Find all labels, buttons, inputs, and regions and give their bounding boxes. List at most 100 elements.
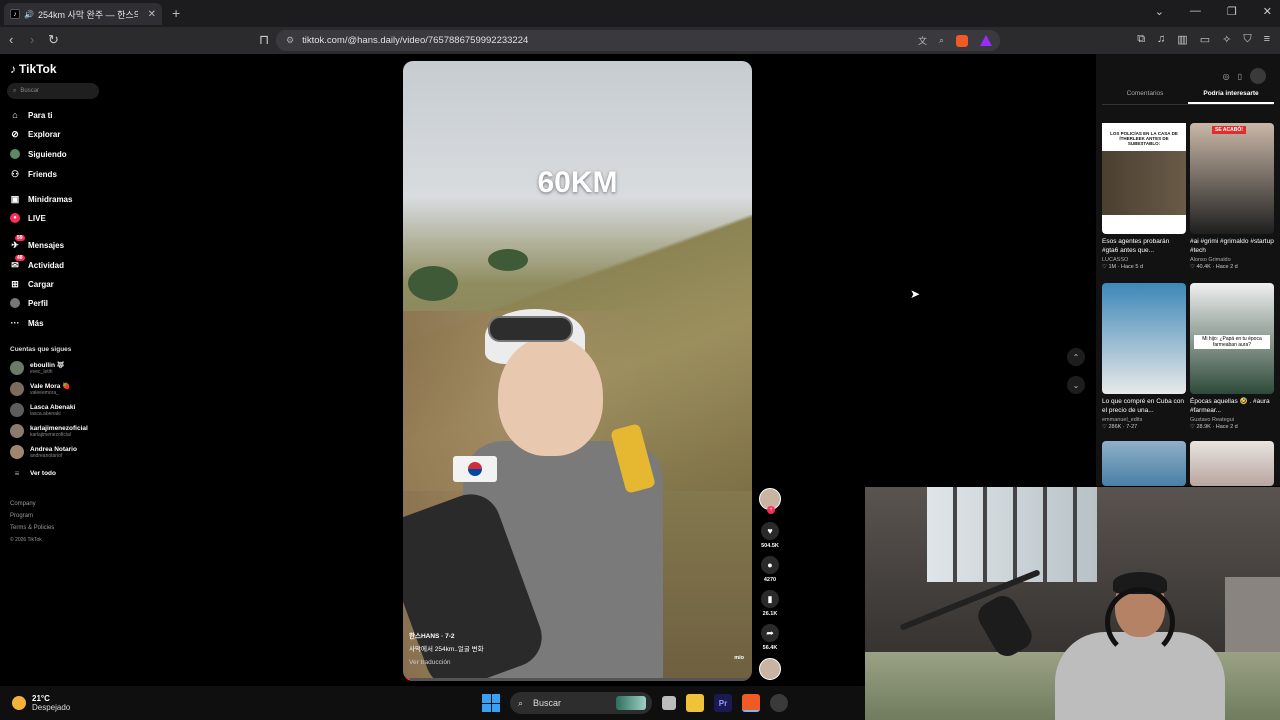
forward-icon[interactable]: › — [30, 32, 34, 47]
browser-tabbar: ♪ 🔊 254km 사막 완주 — 한스의 ... ✕ + ⌄ — ❐ ✕ — [0, 0, 1280, 27]
zoom-icon[interactable]: ⌕ — [939, 35, 944, 46]
account-handle: karlajimenezoficial — [30, 431, 71, 438]
tab-list-icon[interactable]: ⌄ — [1155, 5, 1164, 18]
music-label[interactable]: mio — [734, 655, 744, 661]
coins-icon[interactable]: ◎ — [1223, 72, 1230, 81]
following-account[interactable]: eboullin 🐺 evec_letih — [10, 361, 65, 375]
vpn-icon[interactable]: ⛉ — [1243, 33, 1251, 46]
minimize-icon[interactable]: — — [1190, 5, 1201, 18]
see-all-link[interactable]: ≡ Ver todo — [10, 469, 56, 478]
comment-action[interactable]: ● 4270 — [756, 556, 784, 583]
brave-rewards-icon[interactable] — [980, 35, 992, 46]
creator-avatar[interactable]: + — [759, 488, 781, 514]
save-action[interactable]: ▮ 26.1K — [756, 590, 784, 617]
card-stats: ♡ 1M · Hace 5 d — [1102, 264, 1144, 270]
footer-company[interactable]: Company — [10, 498, 54, 510]
maximize-icon[interactable]: ❐ — [1227, 5, 1237, 18]
suggested-video-card[interactable]: Lo que compré en Cuba con el precio de u… — [1102, 283, 1186, 430]
suggested-video-card[interactable]: Mi hijo: ¿Papá en tu época farmeaban aur… — [1190, 283, 1274, 430]
brave-shield-icon[interactable] — [956, 34, 968, 47]
nav-minidramas[interactable]: ▣ Minidramas — [10, 194, 73, 204]
video-thumbnail[interactable] — [1102, 283, 1186, 394]
video-thumbnail[interactable]: Mi hijo: ¿Papá en tu época farmeaban aur… — [1190, 283, 1274, 394]
back-icon[interactable]: ‹ — [9, 32, 13, 47]
tab-podria-interesarte[interactable]: Podría interesarte — [1188, 90, 1274, 104]
footer-terms[interactable]: Terms & Policies — [10, 522, 54, 534]
translate-icon[interactable]: 文 — [918, 34, 927, 47]
reload-icon[interactable]: ↻ — [48, 32, 59, 48]
music-disc-avatar[interactable] — [759, 658, 781, 680]
url-text[interactable]: tiktok.com/@hans.daily/video/76578867599… — [302, 35, 528, 46]
follow-plus-icon[interactable]: + — [767, 506, 775, 514]
nav-live[interactable]: ● LIVE — [10, 213, 46, 223]
nav-actividad[interactable]: ✉ 48 Actividad — [10, 255, 64, 270]
video-thumbnail[interactable]: LOS POLICÍAS EN LA CASA DE ÍTHERLEEK ANT… — [1102, 123, 1186, 234]
avatar — [10, 361, 24, 375]
search-input[interactable]: ⌕ Buscar — [7, 83, 99, 99]
share-icon[interactable]: ➦ — [761, 624, 779, 642]
see-translation-link[interactable]: Ver traducción — [409, 656, 484, 669]
site-settings-icon[interactable]: ⚙ — [286, 35, 294, 46]
file-explorer-icon[interactable] — [686, 694, 704, 712]
share-action[interactable]: ➦ 56.4K — [756, 624, 784, 651]
video-thumbnail[interactable] — [1190, 441, 1274, 486]
following-account[interactable]: Vale Mora 🍓 valeeemora_ — [10, 382, 70, 396]
media-icon[interactable]: ♫ — [1157, 33, 1165, 46]
browser-tab-active[interactable]: ♪ 🔊 254km 사막 완주 — 한스의 ... ✕ — [4, 3, 162, 25]
suggested-video-card[interactable] — [1190, 441, 1274, 486]
video-progress-bar[interactable] — [403, 678, 752, 681]
task-view-icon[interactable] — [662, 696, 676, 710]
footer-program[interactable]: Program — [10, 510, 54, 522]
card-author[interactable]: emmanuel_edits — [1102, 417, 1186, 423]
close-window-icon[interactable]: ✕ — [1263, 5, 1272, 18]
nav-siguiendo[interactable]: Siguiendo — [10, 149, 67, 159]
bookmark-icon[interactable]: ⊓ — [259, 32, 269, 48]
previous-video-icon[interactable]: ⌃ — [1067, 348, 1085, 366]
following-account[interactable]: Lasca Abenaki lasca.abenaki — [10, 403, 75, 417]
windows-start-icon[interactable] — [482, 694, 500, 712]
video-author[interactable]: 한스HANS · 7-2 — [409, 630, 484, 643]
nav-perfil[interactable]: Perfil — [10, 298, 48, 308]
address-bar[interactable]: ⚙ tiktok.com/@hans.daily/video/765788675… — [276, 30, 1000, 51]
nav-friends[interactable]: ⚇ Friends — [10, 169, 57, 179]
webcam-microphone — [973, 590, 1037, 662]
tab-comentarios[interactable]: Comentarios — [1102, 90, 1188, 104]
card-author[interactable]: Alonso Grimaldo — [1190, 257, 1274, 263]
following-account[interactable]: Andrea Notario andreanotariof — [10, 445, 77, 459]
suggested-video-card[interactable]: LOS POLICÍAS EN LA CASA DE ÍTHERLEEK ANT… — [1102, 123, 1186, 270]
weather-widget[interactable]: 21°C Despejado — [12, 694, 70, 712]
sidebar-icon[interactable]: ▥ — [1177, 33, 1187, 46]
user-avatar[interactable] — [1250, 68, 1266, 84]
menu-icon[interactable]: ≡ — [1264, 33, 1270, 46]
premiere-pro-icon[interactable]: Pr — [714, 694, 732, 712]
video-thumbnail[interactable]: SE ACABÓ! — [1190, 123, 1274, 234]
bookmark-icon[interactable]: ▮ — [761, 590, 779, 608]
inbox-icon[interactable]: ▯ — [1238, 72, 1242, 81]
nav-mas[interactable]: ··· Más — [10, 318, 44, 328]
nav-para-ti[interactable]: ⌂ Para ti — [10, 110, 52, 120]
wallet-icon[interactable]: ▭ — [1200, 33, 1210, 46]
video-thumbnail[interactable] — [1102, 441, 1186, 486]
close-tab-icon[interactable]: ✕ — [148, 9, 156, 20]
nav-explorar[interactable]: ⊘ Explorar — [10, 129, 60, 139]
like-action[interactable]: ♥ 504.5K — [756, 522, 784, 549]
obs-icon[interactable] — [770, 694, 788, 712]
next-video-icon[interactable]: ⌄ — [1067, 376, 1085, 394]
nav-mensajes[interactable]: ✈ 59 Mensajes — [10, 235, 64, 250]
comment-icon[interactable]: ● — [761, 556, 779, 574]
nav-cargar[interactable]: ⊞ Cargar — [10, 279, 54, 289]
video-player[interactable]: 60KM 한스HANS · 7-2 사막에서 254km..얼굴 변화 Ver … — [403, 61, 752, 681]
suggested-video-card[interactable]: SE ACABÓ! #ai #grimi #grimaldo #startup … — [1190, 123, 1274, 270]
new-tab-icon[interactable]: + — [172, 5, 180, 21]
tiktok-logo[interactable]: ♪ TikTok — [10, 62, 57, 76]
suggested-video-card[interactable] — [1102, 441, 1186, 486]
taskbar-search[interactable]: ⌕ Buscar — [510, 692, 652, 714]
extensions-icon[interactable]: ⧉ — [1137, 33, 1145, 46]
card-author[interactable]: Gustavo Reategui — [1190, 417, 1274, 423]
following-account[interactable]: karlajimenezoficial karlajimenezoficial — [10, 424, 88, 438]
leo-ai-icon[interactable]: ✧ — [1222, 33, 1231, 46]
heart-icon[interactable]: ♥ — [761, 522, 779, 540]
brave-browser-icon[interactable] — [742, 694, 760, 712]
avatar — [10, 382, 24, 396]
card-author[interactable]: LUCASSO — [1102, 257, 1186, 263]
